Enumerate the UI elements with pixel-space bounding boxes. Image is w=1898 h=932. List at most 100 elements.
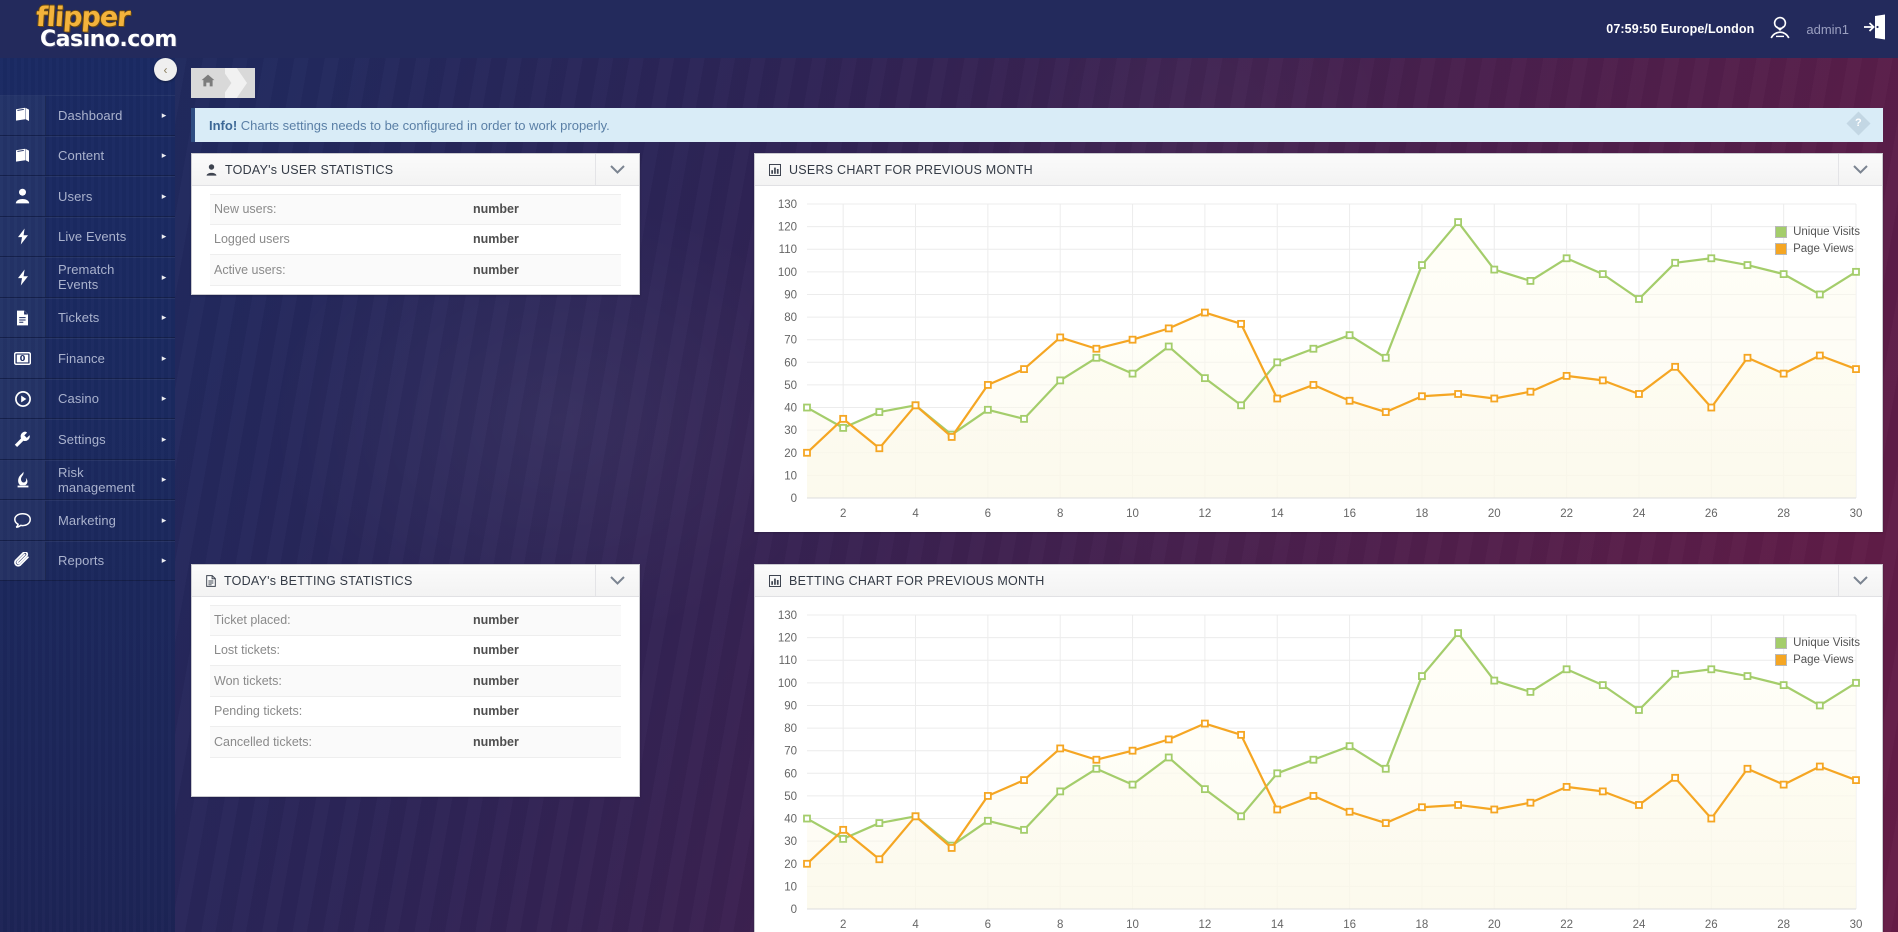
panel-user-statistics: TODAY's USER STATISTICS New users:number… [191,153,640,295]
username-label[interactable]: admin1 [1806,22,1849,37]
sidebar-item-settings[interactable]: Settings▸ [0,419,175,460]
panel-title: BETTING CHART FOR PREVIOUS MONTH [781,574,1044,588]
svg-text:10: 10 [784,881,797,893]
stat-value: number [473,202,519,216]
sidebar-item-reports[interactable]: Reports▸ [0,541,175,582]
svg-text:80: 80 [784,312,797,324]
panel-header: USERS CHART FOR PREVIOUS MONTH [755,154,1882,186]
sidebar-spacer [0,58,175,95]
panel-betting-chart: BETTING CHART FOR PREVIOUS MONTH 0102030… [754,564,1883,932]
svg-text:90: 90 [784,700,797,712]
panel-collapse-button[interactable] [595,565,639,596]
svg-text:14: 14 [1271,919,1284,931]
panel-users-chart: USERS CHART FOR PREVIOUS MONTH 010203040… [754,153,1883,532]
svg-text:30: 30 [784,836,797,848]
sidebar-item-dashboard[interactable]: Dashboard▸ [0,95,175,136]
svg-text:110: 110 [779,244,797,256]
legend-label: Page Views [1793,654,1854,666]
breadcrumb-chevron-icon [225,68,255,98]
stat-value: number [473,613,519,627]
alert-text: Charts settings needs to be configured i… [237,118,610,133]
bolt-icon [0,218,46,257]
sidebar-item-tickets[interactable]: Tickets▸ [0,298,175,339]
svg-text:24: 24 [1633,508,1646,520]
stat-row: Lost tickets:number [210,636,621,667]
sidebar-item-label: Users [46,189,153,204]
logout-icon[interactable] [1862,13,1888,46]
brand-logo[interactable]: flipper Casino.com [36,4,186,56]
panel-title: TODAY's BETTING STATISTICS [216,574,413,588]
svg-text:110: 110 [779,655,797,667]
sidebar-item-users[interactable]: Users▸ [0,176,175,217]
sidebar: Dashboard▸Content▸Users▸Live Events▸Prem… [0,58,175,932]
svg-text:28: 28 [1777,919,1790,931]
panel-collapse-button[interactable] [595,154,639,185]
sidebar-collapse-button[interactable]: ‹ [154,58,177,81]
stat-label: New users: [210,202,473,216]
main-content: Info! Charts settings needs to be config… [175,58,1898,932]
sidebar-item-finance[interactable]: 0Finance▸ [0,338,175,379]
file-icon [0,299,46,338]
stat-value: number [473,735,519,749]
play-circle-icon [0,380,46,419]
betting-chart-legend[interactable]: Unique Visits Page Views [1775,637,1860,671]
sidebar-item-label: Risk management [46,465,153,495]
sidebar-item-content[interactable]: Content▸ [0,136,175,177]
svg-text:16: 16 [1343,508,1356,520]
breadcrumb [191,68,255,98]
breadcrumb-home-button[interactable] [191,68,225,98]
comment-icon [0,501,46,540]
sidebar-item-casino[interactable]: Casino▸ [0,379,175,420]
sidebar-item-prematch-events[interactable]: Prematch Events▸ [0,257,175,298]
svg-text:100: 100 [778,267,797,279]
chevron-down-icon [610,165,625,174]
panel-collapse-button[interactable] [1838,565,1882,596]
legend-item[interactable]: Unique Visits [1775,637,1860,649]
user-statistics-table: New users:numberLogged usersnumberActive… [210,194,621,286]
legend-item[interactable]: Page Views [1775,654,1860,666]
svg-text:60: 60 [784,357,797,369]
betting-line-chart[interactable]: 0102030405060708090100110120130246810121… [755,597,1882,932]
legend-swatch [1775,226,1787,238]
stat-label: Logged users [210,232,473,246]
svg-text:20: 20 [784,448,797,460]
chevron-down-icon [610,576,625,585]
sidebar-item-live-events[interactable]: Live Events▸ [0,217,175,258]
svg-text:26: 26 [1705,919,1718,931]
svg-text:10: 10 [1126,919,1139,931]
users-line-chart[interactable]: 0102030405060708090100110120130246810121… [755,186,1882,532]
svg-text:22: 22 [1560,508,1573,520]
panel-header: TODAY's USER STATISTICS [192,154,639,186]
legend-item[interactable]: Unique Visits [1775,226,1860,238]
home-icon [201,74,215,92]
panel-collapse-button[interactable] [1838,154,1882,185]
svg-text:26: 26 [1705,508,1718,520]
top-bar: flipper Casino.com 07:59:50 Europe/Londo… [0,0,1898,58]
users-chart-legend[interactable]: Unique Visits Page Views [1775,226,1860,260]
sidebar-item-risk-management[interactable]: Risk management▸ [0,460,175,501]
svg-text:28: 28 [1777,508,1790,520]
legend-item[interactable]: Page Views [1775,243,1860,255]
svg-text:12: 12 [1198,508,1211,520]
svg-text:130: 130 [778,610,797,622]
sidebar-item-marketing[interactable]: Marketing▸ [0,500,175,541]
wrench-icon [0,420,46,459]
panel-betting-statistics: TODAY's BETTING STATISTICS Ticket placed… [191,564,640,797]
svg-text:30: 30 [1850,919,1863,931]
book-icon [0,96,46,135]
betting-chart-area: 0102030405060708090100110120130246810121… [755,597,1882,932]
svg-text:0: 0 [791,904,797,916]
panel-body: Ticket placed:numberLost tickets:numberW… [192,597,639,772]
help-icon[interactable]: ? [1846,111,1870,135]
chevron-right-icon: ▸ [153,231,175,242]
svg-text:120: 120 [778,222,797,234]
sidebar-menu: Dashboard▸Content▸Users▸Live Events▸Prem… [0,95,175,581]
svg-text:40: 40 [784,403,797,415]
clock-label: 07:59:50 Europe/London [1606,22,1754,36]
svg-text:30: 30 [1850,508,1863,520]
svg-text:12: 12 [1198,919,1211,931]
avatar-icon[interactable] [1767,14,1793,45]
svg-text:6: 6 [985,508,991,520]
legend-swatch [1775,654,1787,666]
sidebar-item-label: Content [46,148,153,163]
